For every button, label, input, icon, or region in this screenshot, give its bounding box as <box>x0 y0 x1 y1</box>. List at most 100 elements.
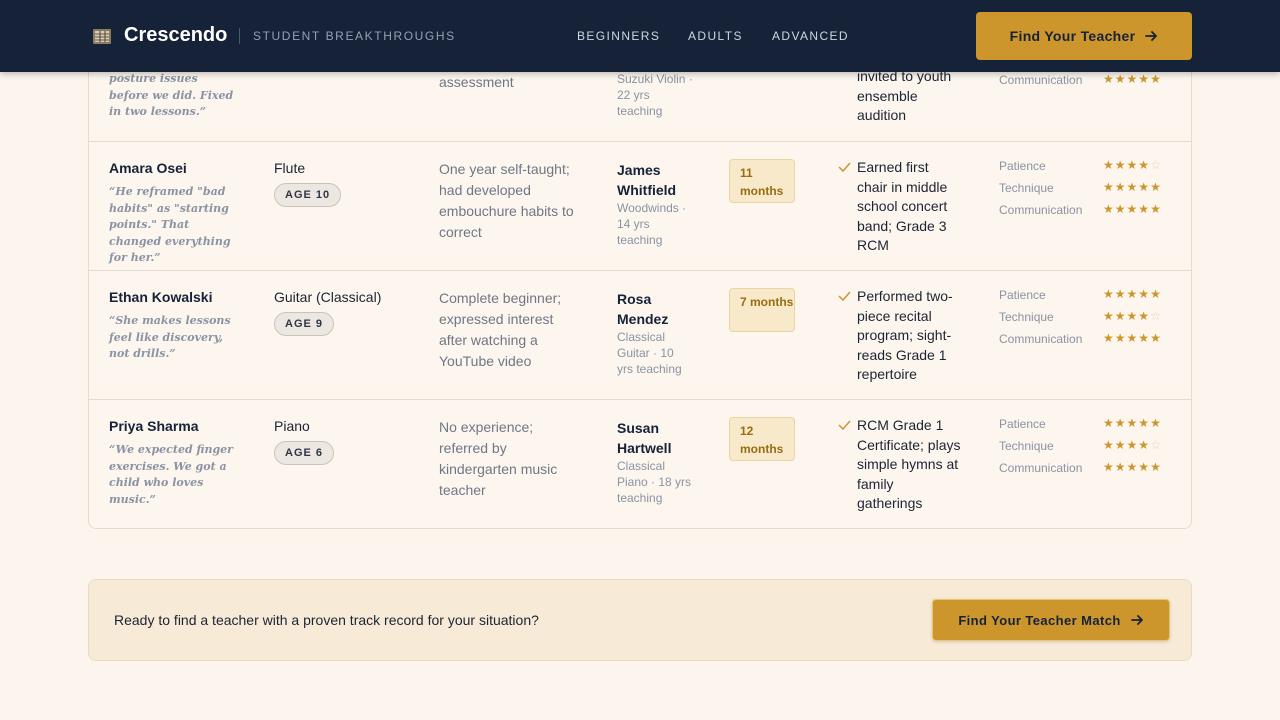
sheet-music-icon[interactable] <box>92 26 112 46</box>
site-header: Crescendo STUDENT BREAKTHROUGHS BEGINNER… <box>0 0 1280 72</box>
rating-label-patience: Patience <box>999 417 1046 431</box>
star-filled-icon: ★ <box>1138 158 1151 172</box>
rating-label-patience: Patience <box>999 159 1046 173</box>
star-filled-icon: ★ <box>1114 72 1127 86</box>
star-rating: ★★★★★ <box>1103 287 1162 301</box>
teacher-name[interactable]: James Whitfield <box>617 160 697 200</box>
rating-label-technique: Technique <box>999 439 1054 453</box>
star-filled-icon: ★ <box>1150 180 1162 194</box>
star-filled-icon: ★ <box>1103 202 1115 216</box>
tagline: STUDENT BREAKTHROUGHS <box>253 29 456 43</box>
star-rating: ★★★★☆ <box>1103 438 1162 452</box>
star-rating: ★★★★☆ <box>1103 309 1162 323</box>
star-rating: ★★★★★ <box>1103 460 1162 474</box>
student-name: Ethan Kowalski <box>109 289 213 305</box>
star-filled-icon: ★ <box>1138 309 1151 323</box>
student-name: Amara Osei <box>109 160 187 176</box>
star-filled-icon: ★ <box>1138 460 1151 474</box>
star-rating: ★★★★★ <box>1103 331 1162 345</box>
star-rating: ★★★★★ <box>1103 72 1162 86</box>
table-row: Priya Sharma “We expected finger exercis… <box>89 400 1191 529</box>
rating-label-technique: Technique <box>999 181 1054 195</box>
star-rating: ★★★★★ <box>1103 416 1162 430</box>
outcome-text: Performed two-piece recital program; sig… <box>857 288 953 382</box>
check-icon <box>838 291 851 301</box>
age-badge: AGE 9 <box>274 312 335 336</box>
star-filled-icon: ★ <box>1150 202 1162 216</box>
rating-label-communication: Communication <box>999 73 1083 87</box>
star-empty-icon: ☆ <box>1150 309 1162 323</box>
outcome-text: Earned first chair in middle school conc… <box>857 159 948 253</box>
star-rating: ★★★★★ <box>1103 180 1162 194</box>
check-icon <box>838 420 851 430</box>
table-row: Ethan Kowalski “She makes lessons feel l… <box>89 271 1191 400</box>
cta-banner: Ready to find a teacher with a proven tr… <box>88 579 1192 661</box>
breakthroughs-table: posture issues before we did. Fixed in t… <box>88 40 1192 529</box>
starting-point: No experience; referred by kindergarten … <box>439 419 558 498</box>
star-filled-icon: ★ <box>1114 438 1127 452</box>
starting-point: assessment <box>439 74 514 90</box>
star-filled-icon: ★ <box>1150 331 1162 345</box>
find-teacher-match-button[interactable]: Find Your Teacher Match <box>932 599 1170 641</box>
nav-adults[interactable]: ADULTS <box>688 29 743 43</box>
teacher-meta: Woodwinds · 14 yrs teaching <box>617 201 687 247</box>
arrow-right-icon <box>1130 615 1143 625</box>
age-badge: AGE 10 <box>274 183 342 207</box>
star-filled-icon: ★ <box>1103 438 1115 452</box>
star-filled-icon: ★ <box>1150 460 1162 474</box>
rating-label-patience: Patience <box>999 288 1046 302</box>
star-filled-icon: ★ <box>1103 287 1115 301</box>
star-filled-icon: ★ <box>1138 416 1151 430</box>
star-filled-icon: ★ <box>1138 331 1151 345</box>
star-filled-icon: ★ <box>1114 309 1127 323</box>
outcome-text: invited to youth ensemble audition <box>857 68 952 123</box>
star-filled-icon: ★ <box>1126 202 1139 216</box>
starting-point: Complete beginner; expressed interest af… <box>439 290 562 369</box>
nav-beginners[interactable]: BEGINNERS <box>577 29 660 43</box>
star-filled-icon: ★ <box>1103 309 1115 323</box>
star-filled-icon: ★ <box>1138 180 1151 194</box>
parent-quote: “She makes lessons feel like discovery, … <box>109 314 231 360</box>
teacher-name[interactable]: Rosa Mendez <box>617 289 697 329</box>
teacher-meta: Classical Guitar · 10 yrs teaching <box>617 330 682 376</box>
instrument: Flute <box>274 160 306 176</box>
star-filled-icon: ★ <box>1126 438 1139 452</box>
student-name: Priya Sharma <box>109 418 199 434</box>
star-filled-icon: ★ <box>1103 180 1115 194</box>
rating-label-communication: Communication <box>999 461 1083 475</box>
star-filled-icon: ★ <box>1126 287 1139 301</box>
star-filled-icon: ★ <box>1126 180 1139 194</box>
star-filled-icon: ★ <box>1126 416 1139 430</box>
brand-name[interactable]: Crescendo <box>124 24 227 47</box>
star-filled-icon: ★ <box>1114 460 1127 474</box>
star-filled-icon: ★ <box>1103 158 1115 172</box>
star-filled-icon: ★ <box>1150 287 1162 301</box>
star-filled-icon: ★ <box>1138 72 1151 86</box>
parent-quote: “We expected finger exercises. We got a … <box>109 443 233 506</box>
teacher-meta: Classical Piano · 18 yrs teaching <box>617 459 692 505</box>
star-filled-icon: ★ <box>1138 287 1151 301</box>
star-empty-icon: ☆ <box>1150 158 1162 172</box>
star-filled-icon: ★ <box>1138 202 1151 216</box>
teacher-meta: Suzuki Violin · 22 yrs teaching <box>617 72 693 118</box>
find-teacher-label: Find Your Teacher <box>1009 28 1136 44</box>
rating-label-communication: Communication <box>999 332 1083 346</box>
star-filled-icon: ★ <box>1138 438 1151 452</box>
star-filled-icon: ★ <box>1114 202 1127 216</box>
parent-quote: “He reframed "bad habits" as "starting p… <box>109 185 231 264</box>
star-filled-icon: ★ <box>1114 287 1127 301</box>
duration-badge: 12 months <box>729 417 795 461</box>
duration-badge: 11 months <box>729 159 795 203</box>
star-filled-icon: ★ <box>1103 416 1115 430</box>
star-empty-icon: ☆ <box>1150 438 1162 452</box>
star-filled-icon: ★ <box>1150 416 1162 430</box>
find-teacher-match-label: Find Your Teacher Match <box>958 612 1121 628</box>
star-filled-icon: ★ <box>1150 72 1162 86</box>
star-filled-icon: ★ <box>1103 331 1115 345</box>
outcome-text: RCM Grade 1 Certificate; plays simple hy… <box>857 417 961 511</box>
star-filled-icon: ★ <box>1103 72 1115 86</box>
find-teacher-button[interactable]: Find Your Teacher <box>976 12 1192 60</box>
nav-advanced[interactable]: ADVANCED <box>772 29 849 43</box>
duration-badge: 7 months <box>729 288 795 332</box>
teacher-name[interactable]: Susan Hartwell <box>617 418 697 458</box>
